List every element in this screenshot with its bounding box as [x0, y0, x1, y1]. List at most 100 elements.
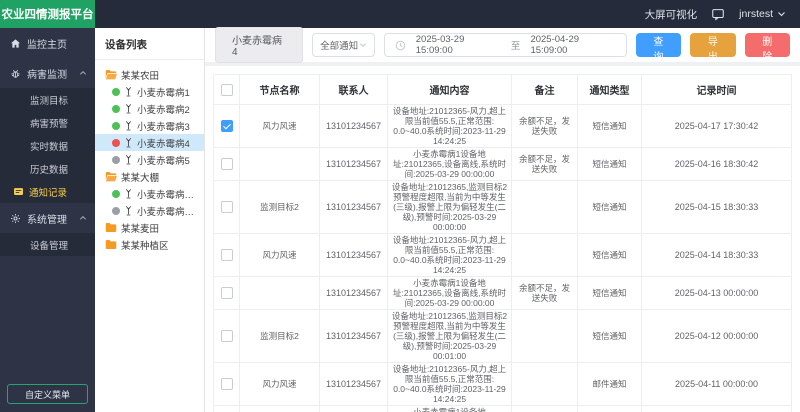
- column-header: 节点名称: [240, 75, 320, 105]
- tree-group-wheat-field[interactable]: 某某麦田: [95, 219, 204, 236]
- message-icon[interactable]: [711, 7, 725, 21]
- cell-node-name: [240, 148, 320, 181]
- date-start[interactable]: 2025-03-29 15:09:00: [416, 34, 501, 56]
- sidebar-item-label: 监测目标: [30, 93, 68, 107]
- tree-device-item[interactable]: 小麦赤霉病监...: [95, 202, 204, 219]
- cell-node-name: 风力风速: [240, 234, 320, 277]
- antenna-icon: [124, 188, 133, 199]
- main-content: 小麦赤霉病4 全部通知 2025-03-29 15:09:00 至 2025-0…: [205, 28, 800, 412]
- tree-device-item[interactable]: 小麦赤霉病2: [95, 100, 204, 117]
- device-name: 小麦赤霉病3: [137, 119, 190, 133]
- cell-content: 小麦赤霉病1设备地址:21012365,设备离线,系统时间:2025-03-29…: [388, 148, 512, 181]
- date-separator: 至: [511, 38, 521, 52]
- cell-notify-type: 短信通知: [578, 234, 642, 277]
- sidebar-item-monitor-home[interactable]: 监控主页: [0, 28, 95, 58]
- cell-contact: 13101234567: [320, 406, 388, 412]
- device-name: 小麦赤霉病1: [137, 85, 190, 99]
- export-button[interactable]: 导出: [690, 33, 735, 57]
- tree-group-planting-area[interactable]: 某某种植区: [95, 236, 204, 253]
- cell-node-name: 监测目标2: [240, 310, 320, 363]
- status-dot-red: [112, 139, 120, 147]
- antenna-icon: [124, 154, 133, 165]
- sidebar: 监控主页病害监测监测目标病害预警实时数据历史数据通知记录系统管理设备管理 自定义…: [0, 28, 95, 412]
- status-dot-green: [112, 122, 120, 130]
- tree-device-item[interactable]: 小麦赤霉病1: [95, 83, 204, 100]
- app-logo: 农业四情测报平台: [0, 0, 95, 28]
- cell-contact: 13101234567: [320, 310, 388, 363]
- user-menu[interactable]: jnrstest: [739, 8, 786, 20]
- top-header: 农业四情测报平台 大屏可视化 jnrstest: [0, 0, 800, 28]
- cell-record-time: 2025-04-15 18:30:33: [642, 181, 792, 234]
- status-dot-gray: [112, 156, 120, 164]
- cell-content: 小麦赤霉病1设备地址:21012365,设备离线,系统时间:2025-03-29…: [388, 277, 512, 310]
- table-row: 风力风速13101234567设备地址:21012365-风力,超上限当前值55…: [214, 234, 792, 277]
- status-dot-green: [112, 105, 120, 113]
- row-checkbox[interactable]: [221, 330, 233, 342]
- row-checkbox[interactable]: [221, 201, 233, 213]
- big-screen-link[interactable]: 大屏可视化: [645, 7, 698, 22]
- sidebar-item-realtime-data[interactable]: 实时数据: [0, 134, 95, 157]
- cell-record-time: 2025-04-13 00:00:00: [642, 277, 792, 310]
- row-checkbox[interactable]: [221, 120, 233, 132]
- custom-menu-button[interactable]: 自定义菜单: [7, 384, 88, 404]
- cell-remark: [512, 310, 578, 363]
- cell-remark: [512, 234, 578, 277]
- cell-remark: [512, 363, 578, 406]
- sidebar-item-disease-warning[interactable]: 病害预警: [0, 111, 95, 134]
- notification-table-card: 节点名称联系人通知内容备注通知类型记录时间 风力风速13101234567设备地…: [205, 66, 800, 412]
- device-list-title: 设备列表: [95, 28, 204, 60]
- cell-content: 设备地址:21012365,监测目标2预警程度超限,当前为中等发生(三级),报警…: [388, 181, 512, 234]
- date-range-picker[interactable]: 2025-03-29 15:09:00 至 2025-04-29 15:09:0…: [384, 33, 627, 57]
- cell-notify-type: 短信通知: [578, 105, 642, 148]
- table-header-row: 节点名称联系人通知内容备注通知类型记录时间: [214, 75, 792, 105]
- date-end[interactable]: 2025-04-29 15:09:00: [530, 34, 615, 56]
- row-checkbox[interactable]: [221, 158, 233, 170]
- tree-group-label: 某某农田: [121, 68, 159, 82]
- table-row: 13101234567小麦赤霉病1设备地址:21012365,设备离线,系统时间…: [214, 277, 792, 310]
- home-icon: [10, 38, 21, 49]
- search-button[interactable]: 查询: [636, 33, 681, 57]
- select-all-checkbox[interactable]: [221, 84, 233, 96]
- antenna-icon: [124, 137, 133, 148]
- cell-notify-type: 短信通知: [578, 277, 642, 310]
- sidebar-item-label: 系统管理: [27, 211, 67, 226]
- sidebar-item-disease-monitor[interactable]: 病害监测: [0, 58, 95, 88]
- tree-device-item[interactable]: 小麦赤霉病3: [95, 117, 204, 134]
- cell-record-time: 2025-04-10 00:00:00: [642, 406, 792, 412]
- cell-content: 设备地址:21012365-风力,超上限当前值55.5,正常范围: 0.0~40…: [388, 234, 512, 277]
- cell-node-name: 风力风速: [240, 105, 320, 148]
- tree-group-farm-field[interactable]: 某某农田: [95, 66, 204, 83]
- sidebar-item-system-manage[interactable]: 系统管理: [0, 203, 95, 233]
- tree-device-item[interactable]: 小麦赤霉病5: [95, 151, 204, 168]
- status-dot-green: [112, 190, 120, 198]
- cell-content: 设备地址:21012365-风力,超上限当前值55.5,正常范围: 0.0~40…: [388, 363, 512, 406]
- cell-record-time: 2025-04-14 18:30:33: [642, 234, 792, 277]
- notify-type-select[interactable]: 全部通知: [312, 33, 375, 57]
- tree-device-item[interactable]: 小麦赤霉病4: [95, 134, 204, 151]
- cell-notify-type: 短信通知: [578, 310, 642, 363]
- sidebar-item-monitor-target[interactable]: 监测目标: [0, 88, 95, 111]
- device-name: 小麦赤霉病监...: [137, 204, 200, 218]
- sidebar-item-device-manage[interactable]: 设备管理: [0, 233, 95, 256]
- table-row: 13101234567小麦赤霉病1设备地址:21012365,设备离线,系统时间…: [214, 148, 792, 181]
- sidebar-item-history-data[interactable]: 历史数据: [0, 157, 95, 180]
- tree-group-label: 某某麦田: [121, 221, 159, 235]
- row-checkbox[interactable]: [221, 287, 233, 299]
- cell-notify-type: 短信通知: [578, 148, 642, 181]
- chevron-down-icon: [359, 42, 367, 48]
- table-row: 风力风速13101234567设备地址:21012365-风力,超上限当前值55…: [214, 363, 792, 406]
- gear-icon: [10, 213, 21, 224]
- column-header: 通知类型: [578, 75, 642, 105]
- tree-group-greenhouse[interactable]: 某某大棚: [95, 168, 204, 185]
- tree-device-item[interactable]: 小麦赤霉病监...: [95, 185, 204, 202]
- column-header: 通知内容: [388, 75, 512, 105]
- device-name: 小麦赤霉病监...: [137, 187, 200, 201]
- row-checkbox[interactable]: [221, 249, 233, 261]
- delete-button[interactable]: 删除: [745, 33, 790, 57]
- table-row: 13101234567小麦赤霉病1设备地址:21012365,设备离线,系统时间…: [214, 406, 792, 412]
- cell-contact: 13101234567: [320, 181, 388, 234]
- table-row: 监测目标213101234567设备地址:21012365,监测目标2预警程度超…: [214, 181, 792, 234]
- cell-node-name: 风力风速: [240, 363, 320, 406]
- row-checkbox[interactable]: [221, 378, 233, 390]
- sidebar-item-notification-record[interactable]: 通知记录: [0, 180, 95, 203]
